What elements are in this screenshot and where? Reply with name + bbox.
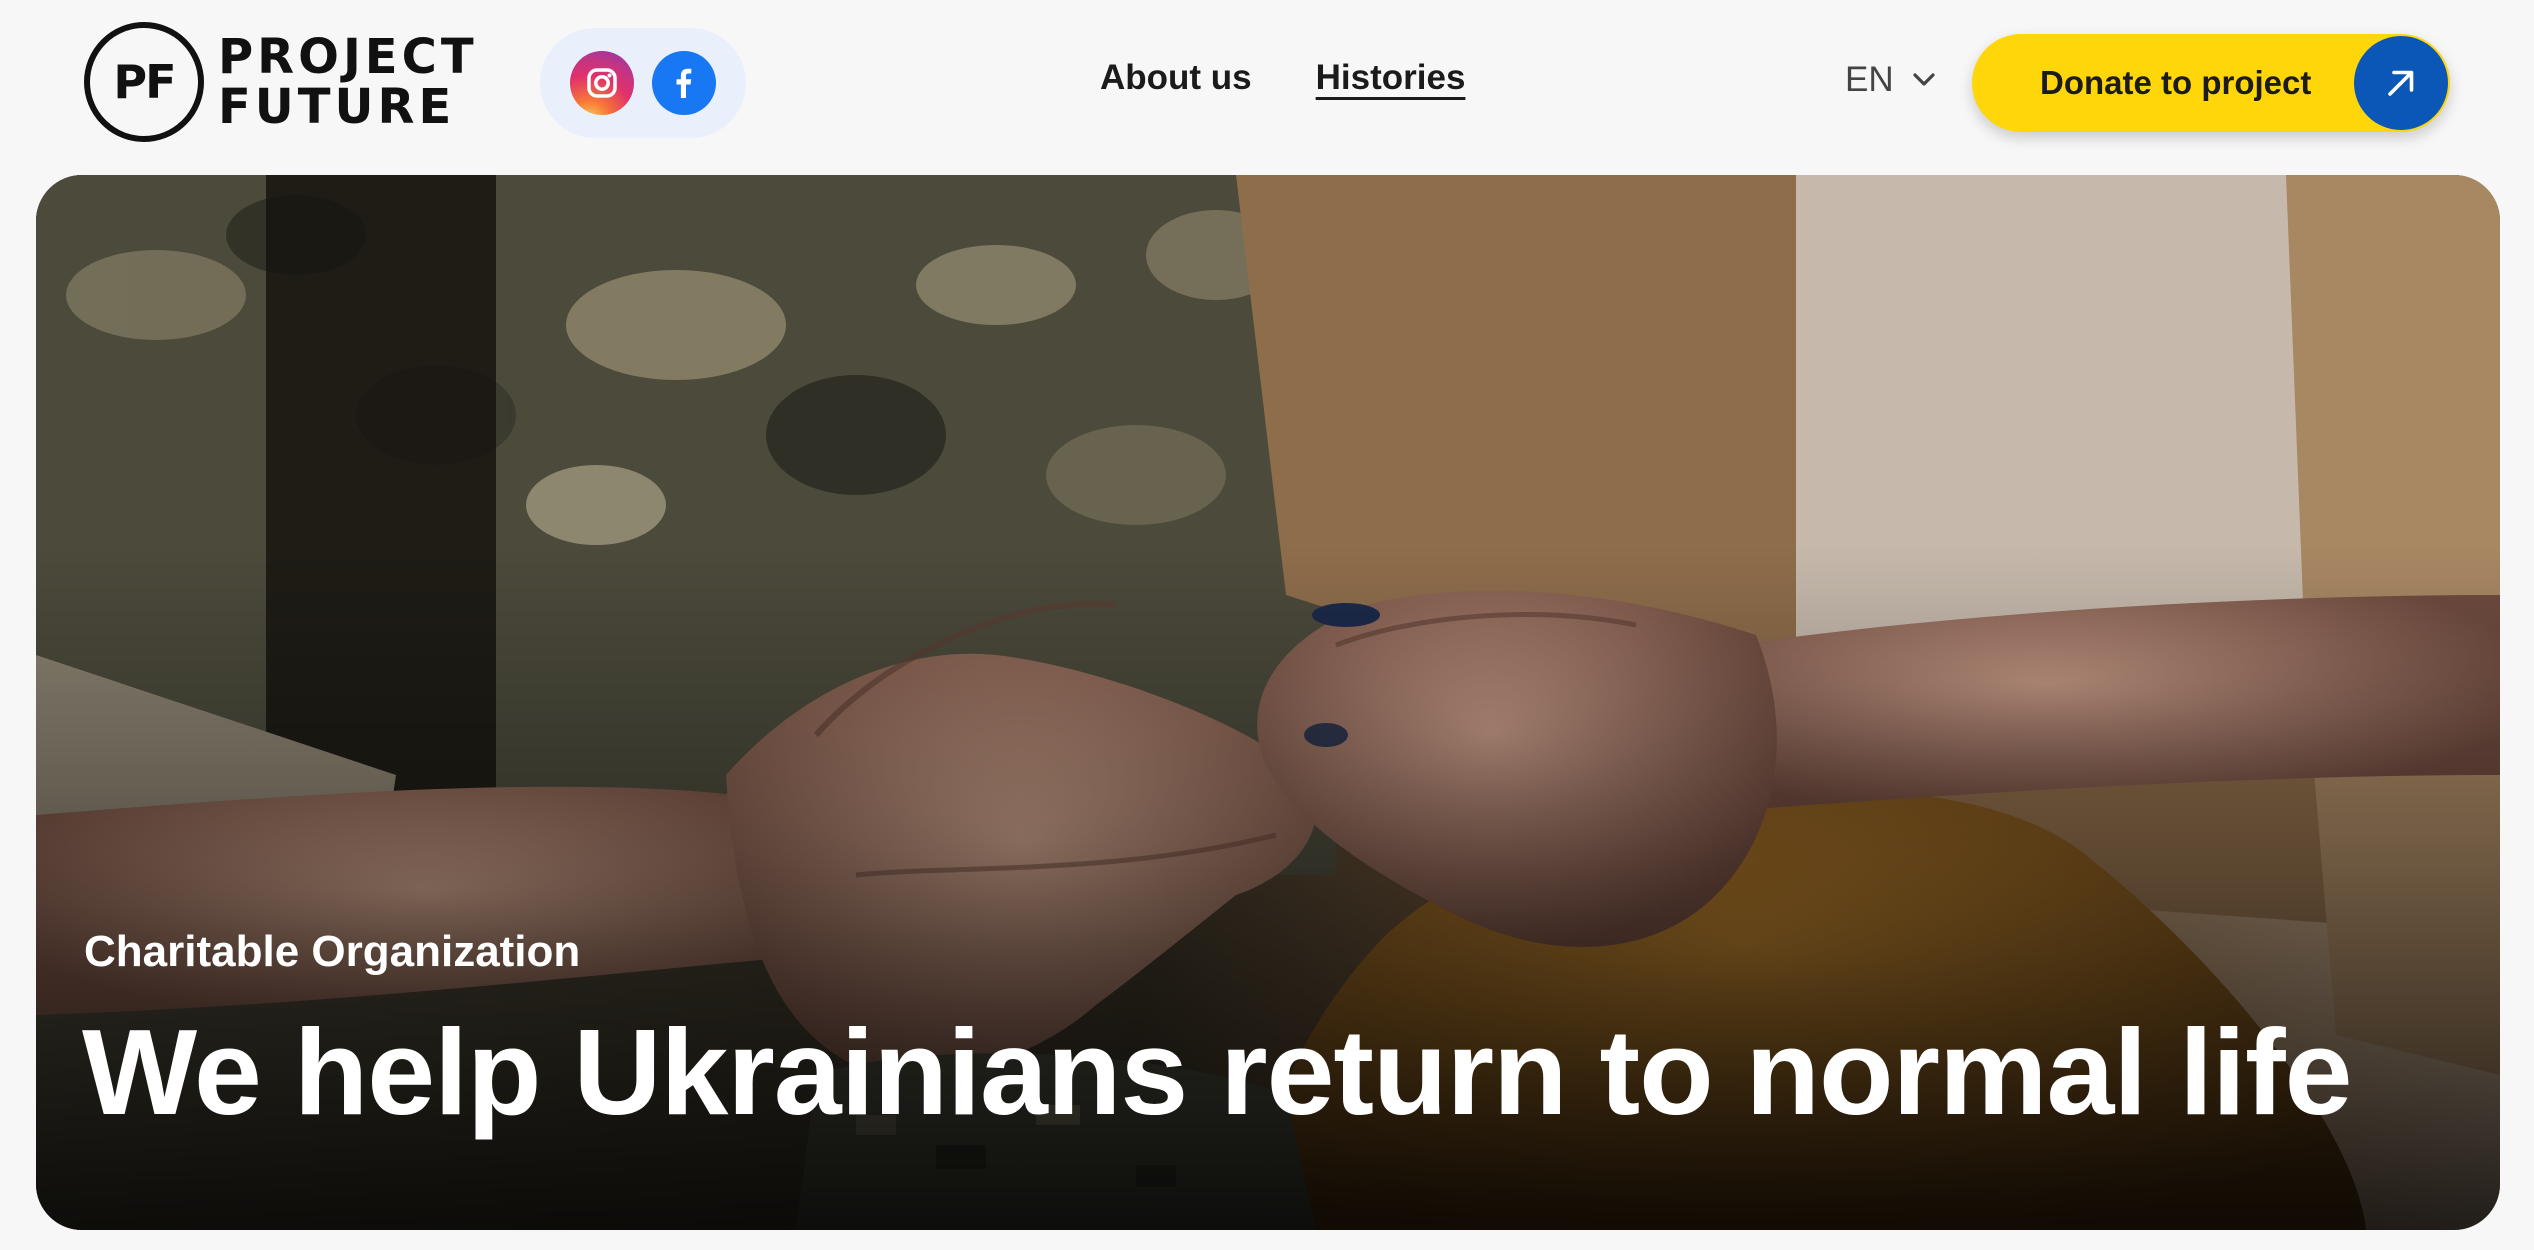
logo-line-project: PROJECT (218, 29, 478, 85)
social-links (540, 28, 746, 138)
donate-button[interactable]: Donate to project (1972, 34, 2450, 132)
nav-about-us[interactable]: About us (1100, 58, 1252, 98)
nav-histories[interactable]: Histories (1316, 58, 1466, 98)
logo[interactable]: PF PROJECT FUTURE (84, 22, 478, 142)
instagram-icon (587, 68, 617, 98)
instagram-button[interactable] (570, 51, 634, 115)
donate-arrow-circle (2354, 36, 2448, 130)
hero-title: We help Ukrainians return to normal life (82, 1004, 2352, 1140)
language-value: EN (1845, 60, 1894, 99)
site-header: PF PROJECT FUTURE About us Histories EN (0, 0, 2534, 175)
language-selector[interactable]: EN (1845, 60, 1936, 100)
logo-wordmark: PROJECT FUTURE (218, 32, 478, 132)
main-nav: About us Histories (1100, 58, 1465, 98)
logo-mark: PF (84, 22, 204, 142)
chevron-down-icon (1913, 73, 1935, 86)
facebook-icon (676, 68, 692, 98)
hero-subtitle: Charitable Organization (84, 927, 581, 976)
logo-line-future: FUTURE (218, 79, 456, 135)
hero-banner: Charitable Organization We help Ukrainia… (36, 175, 2500, 1230)
arrow-up-right-icon (2388, 70, 2414, 96)
donate-label: Donate to project (2040, 64, 2312, 101)
facebook-button[interactable] (652, 51, 716, 115)
